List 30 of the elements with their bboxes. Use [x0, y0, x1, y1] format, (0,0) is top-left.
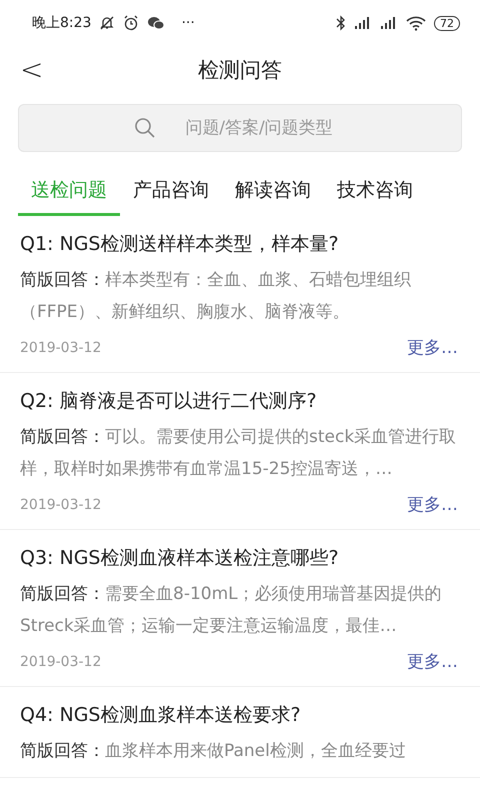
question-title[interactable]: Q2: 脑脊液是否可以进行二代测序? [20, 386, 458, 415]
more-link[interactable]: 更多… [407, 650, 458, 676]
more-link[interactable]: 更多… [407, 493, 458, 518]
battery-level: 72 [434, 16, 460, 30]
date-text: 2019-03-12 [20, 496, 102, 516]
answer-text: 简版回答：可以。需要使用公司提供的steck采血管进行取样，取样时如果携带有血常温15-25控温寄送，… [20, 426, 458, 481]
alarm-clock-icon [123, 15, 140, 31]
question-title[interactable]: Q1: NGS检测送样样本类型，样本量? [20, 230, 458, 258]
signal-icon [380, 16, 398, 30]
more-link[interactable]: 更多… [407, 336, 458, 362]
date-text: 2019-03-12 [20, 653, 102, 672]
signal-icon [354, 16, 372, 30]
wifi-icon [406, 15, 426, 31]
answer-text: 简版回答：血浆样本用来做Panel检测，全血经要过 [20, 740, 407, 763]
search-field[interactable]: 问题/答案/问题类型 [18, 104, 462, 152]
tab[interactable]: 解读咨询 [222, 172, 324, 216]
status-time: 晚上8:23 [32, 14, 92, 32]
answer-text: 简版回答：样本类型有：全血、血浆、石蜡包埋组织（FFPE）、新鲜组织、胸腹水、脑脊液等。 [20, 269, 412, 324]
back-button[interactable]: < [16, 54, 48, 86]
muted-bell-icon [99, 15, 116, 31]
more-notifications: ··· [181, 14, 195, 32]
answer-text: 简版回答：需要全血8-10mL；必须使用瑞普基因提供的Streck采血管；运输一定要注意运输温度，最佳… [20, 583, 443, 638]
tab[interactable]: 技术咨询 [324, 172, 426, 216]
date-text: 2019-03-12 [20, 339, 102, 358]
question-title[interactable]: Q4: NGS检测血浆样本送检要求? [20, 700, 458, 729]
tab[interactable]: 产品咨询 [120, 172, 222, 216]
bluetooth-icon [336, 15, 346, 31]
page-title: 检测问答 [198, 57, 282, 84]
chat-bubbles-icon [147, 15, 166, 31]
question-title[interactable]: Q3: NGS检测血液样本送检注意哪些? [20, 544, 458, 572]
